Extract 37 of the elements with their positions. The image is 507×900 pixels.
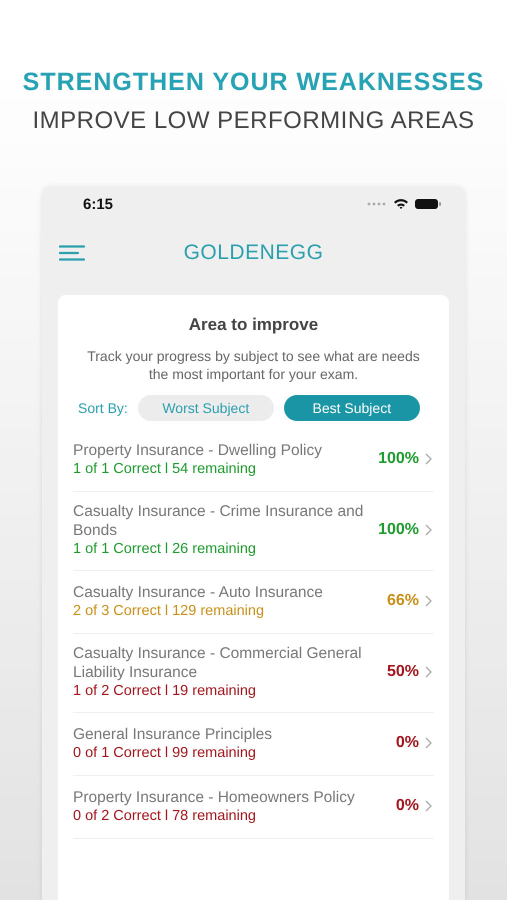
status-time: 6:15 (83, 196, 114, 212)
chevron-icon[interactable] (425, 800, 432, 812)
subject-name: Casualty Insurance - Crime Insurance and Bonds (73, 502, 364, 540)
chevron-icon[interactable] (425, 595, 432, 607)
sort-option[interactable]: Worst Subject (138, 395, 274, 421)
chevron-icon[interactable] (425, 666, 432, 678)
subject-percent: 100% (378, 450, 419, 468)
subheadline: IMPROVE LOW PERFORMING AREAS (31, 107, 476, 135)
subject-stats: 2 of 3 Correct l 129 remaining (73, 602, 266, 620)
card-description: Track your progress by subject to see what are needs the most important for your exam. (86, 347, 421, 383)
card-title: Area to improve (188, 315, 320, 335)
subject-stats: 0 of 2 Correct l 78 remaining (73, 806, 257, 824)
subject-stats: 1 of 2 Correct l 19 remaining (73, 682, 257, 700)
subject-name: Property Insurance - Homeowners Policy (73, 788, 356, 806)
subject-percent: 66% (386, 592, 419, 610)
chevron-icon[interactable] (425, 453, 432, 465)
subject-name: Property Insurance - Dwelling Policy (73, 440, 323, 460)
signal-icon (367, 202, 387, 206)
sort-label: Sort By: (78, 400, 128, 416)
subject-name: Casualty Insurance - Auto Insurance (73, 582, 324, 602)
wifi-icon (393, 198, 409, 210)
sort-option[interactable]: Best Subject (284, 395, 420, 421)
battery-icon (415, 198, 441, 210)
subject-name: Casualty Insurance - Commercial General Liability Insurance (73, 644, 363, 682)
subject-percent: 50% (386, 663, 419, 681)
headline: STRENGTHEN YOUR WEAKNESSES (22, 68, 484, 97)
subject-stats: 0 of 1 Correct l 99 remaining (73, 744, 257, 762)
subject-percent: 0% (396, 797, 419, 815)
subject-percent: 100% (378, 521, 419, 539)
chevron-icon[interactable] (425, 524, 432, 536)
chevron-icon[interactable] (425, 737, 432, 749)
menu-icon[interactable] (59, 245, 86, 261)
subject-stats: 1 of 1 Correct l 26 remaining (73, 540, 257, 558)
logo: GOLDENEGG (184, 241, 324, 265)
subject-stats: 1 of 1 Correct l 54 remaining (73, 460, 257, 478)
subject-name: General Insurance Principles (73, 724, 274, 744)
subject-percent: 0% (396, 734, 419, 752)
